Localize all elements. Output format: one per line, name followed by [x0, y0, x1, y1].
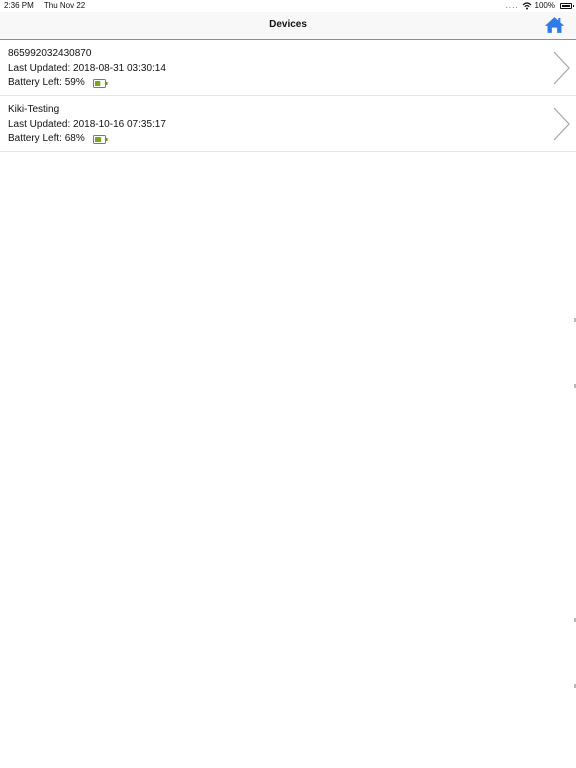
battery-left: Battery Left: 68% [8, 133, 85, 144]
status-bar: 2:36 PM Thu Nov 22 .... 100% [0, 0, 576, 12]
page-title: Devices [269, 19, 307, 30]
chevron-right-icon [553, 107, 570, 141]
status-left: 2:36 PM Thu Nov 22 [4, 0, 93, 12]
device-name: 865992032430870 [8, 48, 92, 59]
navigation-bar: Devices [0, 12, 576, 40]
device-row[interactable]: 865992032430870 Last Updated: 2018-08-31… [0, 40, 576, 96]
battery-line: Battery Left: 68% [8, 132, 166, 147]
status-battery-icon [560, 3, 574, 9]
device-row[interactable]: Kiki-Testing Last Updated: 2018-10-16 07… [0, 96, 576, 152]
status-right: .... 100% [505, 0, 574, 12]
battery-icon [92, 78, 108, 88]
wifi-icon [522, 2, 531, 10]
last-updated: Last Updated: 2018-08-31 03:30:14 [8, 62, 166, 74]
status-battery-fill [562, 5, 570, 7]
chevron-right-icon [553, 51, 570, 85]
battery-line: Battery Left: 59% [8, 76, 166, 91]
device-info: 865992032430870 Last Updated: 2018-08-31… [8, 47, 166, 91]
device-list: 865992032430870 Last Updated: 2018-08-31… [0, 40, 576, 152]
status-date: Thu Nov 22 [43, 1, 86, 10]
signal-dots: .... [505, 1, 519, 10]
last-updated: Last Updated: 2018-10-16 07:35:17 [8, 118, 166, 130]
status-time: 2:36 PM [4, 1, 34, 10]
battery-icon [92, 134, 108, 144]
battery-left: Battery Left: 59% [8, 77, 85, 88]
battery-percent: 100% [534, 1, 555, 10]
device-info: Kiki-Testing Last Updated: 2018-10-16 07… [8, 103, 166, 147]
device-name: Kiki-Testing [8, 104, 60, 115]
home-icon[interactable] [544, 16, 565, 34]
